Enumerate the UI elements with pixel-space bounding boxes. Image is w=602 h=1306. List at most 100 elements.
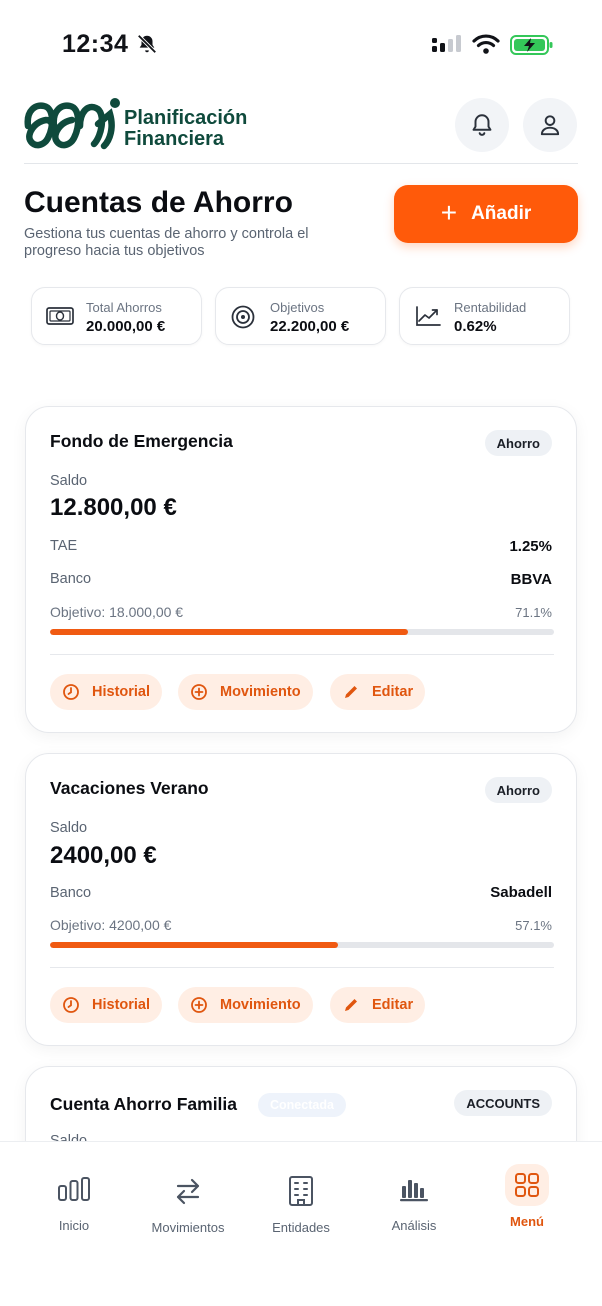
nav-analisis[interactable]: Análisis [359,1168,469,1233]
progress-bar [50,629,554,635]
clock-icon [63,997,79,1013]
add-account-button[interactable]: + Añadir [394,185,578,243]
nav-label: Inicio [58,1218,90,1233]
account-type-badge: Ahorro [484,430,552,456]
trend-icon [416,306,441,326]
user-icon [540,115,560,136]
edit-button[interactable]: Editar [330,987,426,1023]
page-title: Cuentas de Ahorro [24,186,293,219]
wifi-icon [472,34,500,54]
pencil-icon [345,686,357,698]
stat-value: 20.000,00 € [86,318,166,335]
nav-icon-box [505,1164,549,1206]
movement-button[interactable]: Movimiento [178,674,313,710]
status-time: 12:34 [62,30,129,58]
app-header: Planificación Financiera [24,96,578,164]
edit-label: Editar [372,997,414,1013]
bank-value: Sabadell [490,884,552,901]
nav-entidades[interactable]: Entidades [246,1168,356,1235]
nav-label: Menú [510,1214,544,1229]
account-name: Fondo de Emergencia [50,431,233,451]
connected-badge: Conectada [258,1093,346,1117]
edit-button[interactable]: Editar [330,674,426,710]
progress-percent: 71.1% [515,605,552,620]
page-subtitle: Gestiona tus cuentas de ahorro y control… [24,226,309,259]
bell-icon [472,114,492,136]
stat-label: Objetivos [270,300,325,315]
history-button[interactable]: Historial [50,674,163,710]
history-button[interactable]: Historial [50,987,163,1023]
clock-icon [63,684,79,700]
stat-total-savings: Total Ahorros 20.000,00 € [31,287,202,345]
target-icon [231,305,255,329]
nav-menu[interactable]: Menú [472,1164,582,1229]
notifications-button[interactable] [455,98,509,152]
nav-inicio[interactable]: Inicio [19,1168,129,1233]
add-button-label: Añadir [471,203,532,224]
building-icon [289,1176,313,1206]
plus-circle-icon [191,684,207,700]
account-card-vacaciones-verano[interactable]: Vacaciones Verano Ahorro Saldo 2400,00 €… [25,753,577,1046]
brand-name: Planificación Financiera [124,108,247,150]
analysis-icon [400,1180,428,1202]
brand-line-2: Financiera [124,128,225,150]
goal-label: Objetivo: 4200,00 € [50,917,172,933]
account-card-fondo-emergencia[interactable]: Fondo de Emergencia Ahorro Saldo 12.800,… [25,406,577,733]
goal-label: Objetivo: 18.000,00 € [50,604,184,620]
nav-label: Movimientos [151,1220,225,1235]
progress-percent: 57.1% [515,918,552,933]
tae-value: 1.25% [509,538,552,555]
brand-line-1: Planificación [124,107,248,129]
account-type-badge: Ahorro [484,777,552,803]
battery-icon [510,35,553,55]
profile-button[interactable] [523,98,577,152]
plus-icon: + [440,196,458,228]
balance-value: 2400,00 € [50,842,157,869]
nav-movimientos[interactable]: Movimientos [133,1168,243,1235]
history-label: Historial [92,684,151,700]
nav-icon-box [279,1170,323,1212]
logo-icon [24,98,120,150]
bank-label: Banco [50,885,92,901]
grid-icon [515,1173,539,1197]
plus-circle-icon [191,997,207,1013]
bank-label: Banco [50,571,92,587]
status-bar: 12:34 [0,0,602,88]
transfer-icon [176,1178,200,1205]
money-icon [46,307,74,325]
nav-icon-box [392,1168,436,1210]
nav-icon-box [166,1170,210,1212]
nav-label: Análisis [391,1218,437,1233]
progress-fill [50,942,338,948]
movement-button[interactable]: Movimiento [178,987,313,1023]
stat-return: Rentabilidad 0.62% [399,287,570,345]
account-name: Cuenta Ahorro Familia [50,1094,238,1114]
stat-value: 22.200,00 € [270,318,350,335]
account-name: Vacaciones Verano [50,778,209,798]
card-divider [50,967,554,968]
movement-label: Movimiento [220,997,301,1013]
bank-value: BBVA [510,571,552,588]
edit-label: Editar [372,684,414,700]
stat-value: 0.62% [454,318,497,335]
history-label: Historial [92,997,151,1013]
stat-label: Total Ahorros [86,300,162,315]
balance-label: Saldo [50,473,88,489]
bars-icon [58,1177,90,1201]
tae-label: TAE [50,538,78,554]
bell-off-icon [137,34,157,54]
stat-goals: Objetivos 22.200,00 € [215,287,386,345]
progress-bar [50,942,554,948]
account-type-badge: ACCOUNTS [454,1090,552,1116]
card-divider [50,654,554,655]
signal-icon [432,35,461,52]
balance-label: Saldo [50,820,88,836]
nav-icon-box [52,1168,96,1210]
stat-label: Rentabilidad [454,300,527,315]
movement-label: Movimiento [220,684,301,700]
bottom-nav: Inicio Movimientos Entidades Análisis Me… [0,1141,602,1306]
nav-label: Entidades [272,1220,330,1235]
pencil-icon [345,999,357,1011]
progress-fill [50,629,409,635]
balance-value: 12.800,00 € [50,494,177,521]
